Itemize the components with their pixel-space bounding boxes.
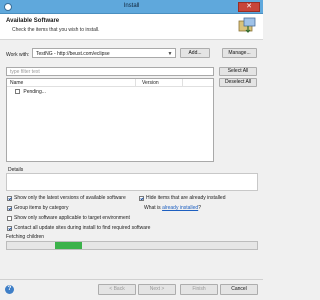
column-divider xyxy=(182,79,183,87)
already-installed-link[interactable]: already installed xyxy=(162,205,198,211)
software-table[interactable]: Name Version Pending... xyxy=(6,78,214,162)
help-icon[interactable]: ? xyxy=(5,285,14,294)
add-site-button[interactable]: Add... xyxy=(180,48,210,58)
wizard-header: Available Software Check the items that … xyxy=(0,14,263,40)
next-button[interactable]: Next > xyxy=(138,284,176,295)
progress-bar-fill xyxy=(55,242,82,249)
page-description: Check the items that you wish to install… xyxy=(12,27,100,33)
work-with-value: TestNG - http://beust.com/eclipse xyxy=(36,51,110,57)
option-group-by-category[interactable]: Group items by category xyxy=(7,205,68,211)
what-is-installed-text: What is already installed? xyxy=(144,205,201,211)
option-hide-installed[interactable]: Hide items that are already installed xyxy=(139,195,226,201)
work-with-combo[interactable]: TestNG - http://beust.com/eclipse ▼ xyxy=(32,48,176,58)
column-name[interactable]: Name xyxy=(10,80,23,86)
deselect-all-button[interactable]: Deselect All xyxy=(219,78,257,87)
page-title: Available Software xyxy=(6,18,60,24)
window-titlebar: Install ✕ xyxy=(0,0,263,14)
hide-installed-label: Hide items that are already installed xyxy=(146,195,226,201)
option-contact-sites[interactable]: Contact all update sites during install … xyxy=(7,225,150,231)
what-is-suffix: ? xyxy=(198,205,201,211)
chevron-down-icon[interactable]: ▼ xyxy=(166,50,174,58)
table-row[interactable]: Pending... xyxy=(15,89,46,97)
contact-sites-checkbox[interactable] xyxy=(7,225,12,231)
close-window-button[interactable]: ✕ xyxy=(238,2,260,12)
footer-divider xyxy=(0,279,263,280)
status-text: Fetching children xyxy=(6,234,45,240)
back-button[interactable]: < Back xyxy=(98,284,136,295)
details-panel xyxy=(6,173,258,191)
window-title: Install xyxy=(123,3,140,9)
row-checkbox[interactable] xyxy=(15,89,20,95)
progress-bar xyxy=(6,241,258,250)
hide-installed-checkbox[interactable] xyxy=(139,195,144,201)
what-is-prefix: What is xyxy=(144,205,163,211)
table-header: Name Version xyxy=(7,79,213,87)
column-version[interactable]: Version xyxy=(142,80,159,86)
target-env-label: Show only software applicable to target … xyxy=(14,215,130,221)
latest-versions-checkbox[interactable] xyxy=(7,195,12,201)
option-latest-versions[interactable]: Show only the latest versions of availab… xyxy=(7,195,126,201)
group-by-category-label: Group items by category xyxy=(14,205,69,211)
contact-sites-label: Contact all update sites during install … xyxy=(14,225,151,231)
manage-sites-button[interactable]: Manage... xyxy=(222,48,257,58)
filter-input[interactable]: type filter text xyxy=(6,67,214,76)
select-all-button[interactable]: Select All xyxy=(219,67,257,76)
finish-button[interactable]: Finish xyxy=(180,284,218,295)
install-wizard-icon xyxy=(238,17,256,33)
cancel-button[interactable]: Cancel xyxy=(220,284,258,295)
latest-versions-label: Show only the latest versions of availab… xyxy=(14,195,126,201)
column-divider xyxy=(135,79,136,87)
group-by-category-checkbox[interactable] xyxy=(7,205,12,211)
option-target-env[interactable]: Show only software applicable to target … xyxy=(7,215,130,221)
target-env-checkbox[interactable] xyxy=(7,215,12,221)
row-name: Pending... xyxy=(23,89,46,95)
work-with-label: Work with: xyxy=(6,52,30,58)
